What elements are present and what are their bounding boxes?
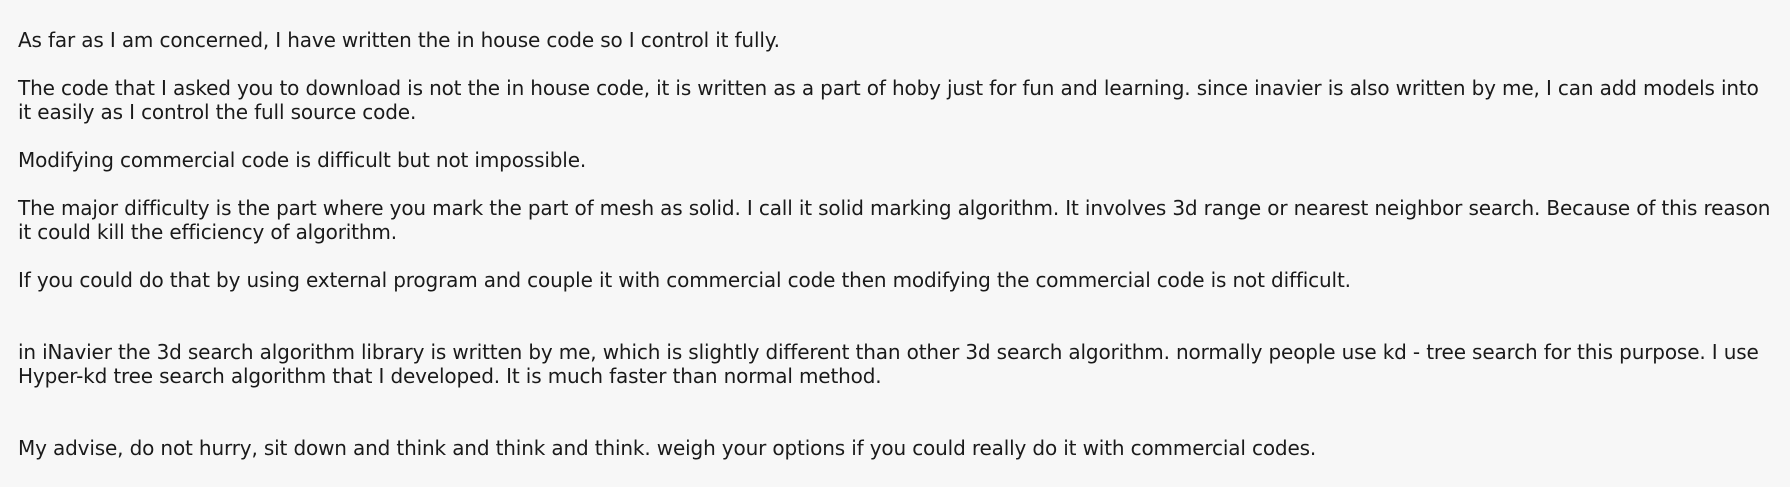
post-paragraph-5: If you could do that by using external p… xyxy=(18,268,1351,292)
post-paragraph-2: The code that I asked you to download is… xyxy=(18,76,1759,124)
post-paragraph-1: As far as I am concerned, I have written… xyxy=(18,28,780,52)
post-paragraph-4: The major difficulty is the part where y… xyxy=(18,196,1771,244)
post-paragraph-7: My advise, do not hurry, sit down and th… xyxy=(18,436,1317,460)
post-body: As far as I am concerned, I have written… xyxy=(18,28,1773,460)
post-paragraph-6: in iNavier the 3d search algorithm libra… xyxy=(18,340,1759,388)
post-paragraph-3: Modifying commercial code is difficult b… xyxy=(18,148,587,172)
